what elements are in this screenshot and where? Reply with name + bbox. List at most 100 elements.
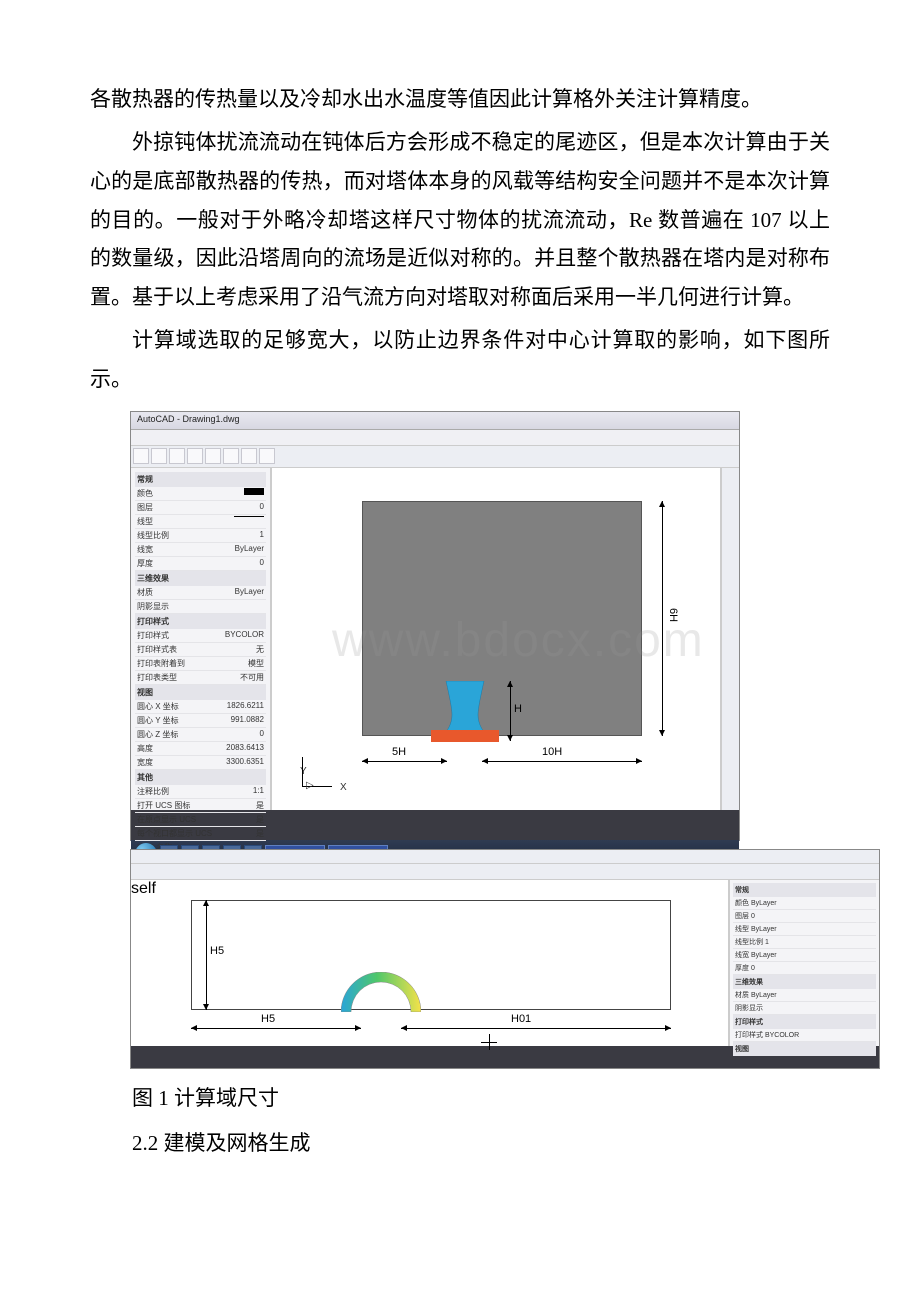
panel-row: 线型比例 1 [733, 936, 876, 949]
prop-label: 圆心 Z 坐标 [137, 729, 178, 740]
section-heading: 2.2 建模及网格生成 [90, 1124, 830, 1163]
cad2-toolbar [131, 864, 879, 880]
prop-label: 颜色 [137, 488, 153, 499]
cad2-properties-panel[interactable]: 常规 颜色 ByLayer 图层 0 线型 ByLayer 线型比例 1 线宽 … [729, 880, 879, 1046]
prop-value: 1 [260, 530, 264, 541]
prop-value: 2083.6413 [226, 743, 264, 754]
cad-window-front-view: AutoCAD - Drawing1.dwg 常规 颜色 图层0 线型 线型比例… [130, 411, 740, 841]
cad2-menubar [131, 850, 879, 864]
prop-value: BYCOLOR [225, 630, 264, 641]
properties-panel[interactable]: 常规 颜色 图层0 线型 线型比例1 线宽ByLayer 厚度0 三维效果 材质… [131, 468, 271, 810]
prop-label: 注释比例 [137, 786, 169, 797]
dimension-line-6h [662, 501, 663, 736]
cad2-drawing-canvas[interactable]: H5 H5 self H01 [131, 880, 729, 1046]
axis-x-label: X [340, 782, 347, 793]
cross-marker-v [489, 1034, 490, 1050]
prop-label: 线宽 [137, 544, 153, 555]
toolbar-button[interactable] [205, 448, 221, 464]
prop-value: ByLayer [235, 544, 264, 555]
prop-label: 打印表附着到 [137, 658, 185, 669]
toolbar-button[interactable] [241, 448, 257, 464]
tower-top-view-icon [341, 972, 421, 1012]
axis-y-line [302, 757, 303, 787]
computational-domain [362, 501, 642, 736]
prop-label: 线型比例 [137, 530, 169, 541]
prop-value: 模型 [248, 658, 264, 669]
prop-value: 0 [260, 502, 264, 513]
panel-header-view: 视图 [135, 685, 266, 700]
prop-value: 是 [256, 800, 264, 811]
prop-label: 材质 [137, 587, 153, 598]
dimension-text-5h: 5H [392, 746, 406, 758]
prop-value: 无 [256, 644, 264, 655]
prop-value: 是 [256, 828, 264, 839]
panel-header: 打印样式 [733, 1015, 876, 1029]
panel-header: 三维效果 [733, 975, 876, 989]
prop-value: 1826.6211 [227, 701, 264, 712]
prop-label: 每个视口都显示 UCS [137, 828, 212, 839]
dimension-text-10h: 10H [542, 746, 562, 758]
prop-label: 圆心 Y 坐标 [137, 715, 179, 726]
prop-label: 打开 UCS 图标 [137, 800, 190, 811]
dimension-line-h [510, 681, 511, 741]
prop-label: 线型 [137, 516, 153, 527]
dimension-line-height-5h [206, 900, 207, 1010]
cad-toolbar [131, 446, 739, 468]
color-swatch [244, 488, 264, 495]
top-view-domain-outline [191, 900, 671, 1010]
toolbar-button[interactable] [259, 448, 275, 464]
prop-value: ByLayer [235, 587, 264, 598]
toolbar-button[interactable] [151, 448, 167, 464]
toolbar-button[interactable] [133, 448, 149, 464]
prop-value: 3300.6351 [226, 757, 264, 768]
panel-header-other: 其他 [135, 770, 266, 785]
cad-drawing-canvas[interactable]: www.bdocx.com 5H 10H [271, 468, 721, 810]
cad-titlebar: AutoCAD - Drawing1.dwg [131, 412, 739, 430]
panel-row: 材质 ByLayer [733, 989, 876, 1002]
panel-header: 视图 [733, 1042, 876, 1056]
panel-row: 厚度 0 [733, 962, 876, 975]
prop-label: 打印样式表 [137, 644, 177, 655]
prop-label: 在原点显示 UCS [137, 814, 196, 825]
prop-label: 打印样式 [137, 630, 169, 641]
axis-origin-icon: ▷ [306, 780, 314, 791]
panel-row: 线宽 ByLayer [733, 949, 876, 962]
toolbar-button[interactable] [187, 448, 203, 464]
prop-label: 宽度 [137, 757, 153, 768]
panel-row: 阴影显示 [733, 1002, 876, 1015]
prop-value: 991.0882 [231, 715, 264, 726]
dimension-text-left-5h: H5 [261, 1013, 275, 1025]
panel-row: 颜色 ByLayer [733, 897, 876, 910]
dimension-line-right-10h [401, 1028, 671, 1029]
prop-value: 0 [260, 558, 264, 569]
prop-value: 0 [260, 729, 264, 740]
prop-value: 不可用 [240, 672, 264, 683]
figure-caption: 图 1 计算域尺寸 [90, 1079, 830, 1118]
prop-value: 是 [256, 814, 264, 825]
panel-header: 常规 [733, 883, 876, 897]
prop-label: 高度 [137, 743, 153, 754]
prop-label: 厚度 [137, 558, 153, 569]
paragraph-1: 各散热器的传热量以及冷却水出水温度等值因此计算格外关注计算精度。 [90, 80, 830, 119]
dimension-text-h: H [514, 703, 522, 715]
figure-1: AutoCAD - Drawing1.dwg 常规 颜色 图层0 线型 线型比例… [130, 411, 830, 1069]
cad-window-top-view: H5 H5 self H01 常规 颜色 ByLayer 图层 0 线型 ByL… [130, 849, 880, 1069]
toolbar-button[interactable] [223, 448, 239, 464]
panel-header-print: 打印样式 [135, 614, 266, 629]
dimension-line-10h [482, 761, 642, 762]
prop-label: 图层 [137, 502, 153, 513]
dimension-line-5h [362, 761, 447, 762]
paragraph-3: 计算域选取的足够宽大，以防止边界条件对中心计算取的影响，如下图所示。 [90, 321, 830, 399]
dimension-text-height-5h: H5 [210, 945, 224, 957]
tower-base-radiator [431, 730, 499, 742]
panel-row: 线型 ByLayer [733, 923, 876, 936]
panel-row: 图层 0 [733, 910, 876, 923]
right-toolbar [721, 468, 739, 810]
prop-label: 打印表类型 [137, 672, 177, 683]
dimension-line-left-5h [191, 1028, 361, 1029]
dimension-text-6h: 6H [667, 608, 679, 622]
cad-menubar [131, 430, 739, 446]
cooling-tower-icon [442, 681, 488, 736]
dimension-text-right-10h: H01 [511, 1013, 531, 1025]
toolbar-button[interactable] [169, 448, 185, 464]
